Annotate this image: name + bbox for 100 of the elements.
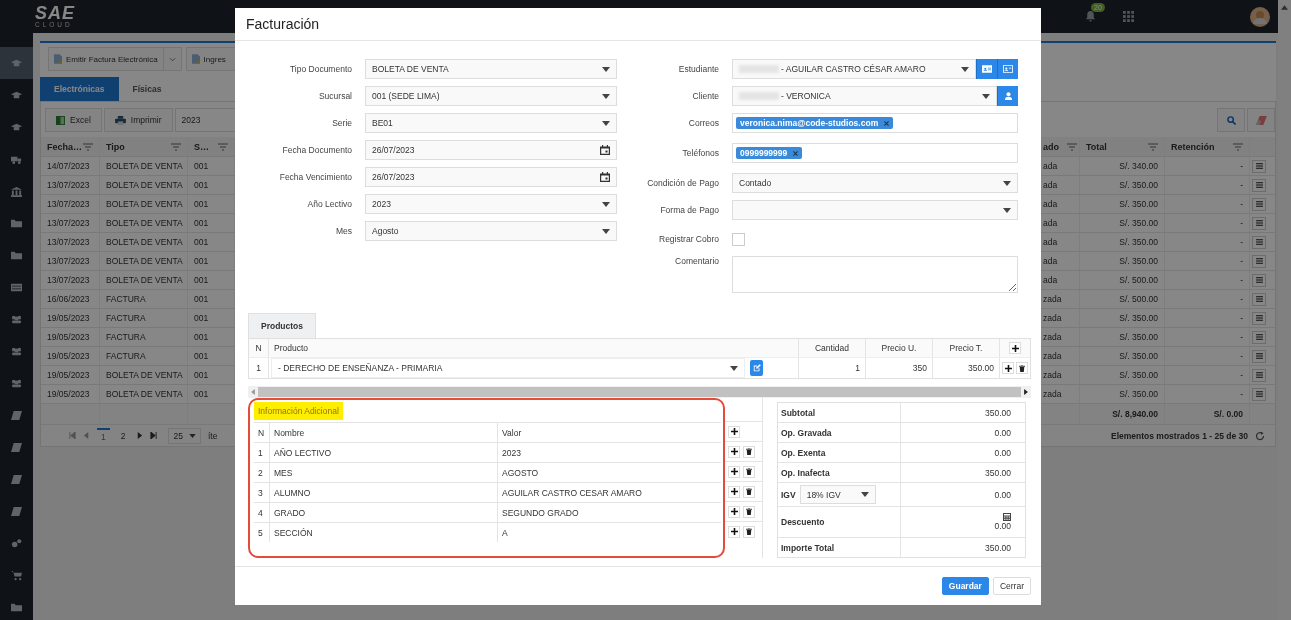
add-button[interactable]: [728, 485, 740, 498]
select-field[interactable]: BOLETA DE VENTA: [365, 59, 617, 79]
row-menu-button[interactable]: [1252, 387, 1266, 401]
emit-invoice-button[interactable]: Emitir Factura Electrónica: [48, 47, 164, 71]
add-button[interactable]: [1009, 342, 1021, 354]
row-menu-button[interactable]: [1252, 349, 1266, 363]
tax-select[interactable]: 18% IGV: [799, 485, 876, 504]
delete-button[interactable]: [743, 485, 755, 498]
delete-button[interactable]: [743, 505, 755, 518]
close-icon[interactable]: [884, 120, 890, 126]
table-cell: -: [1165, 214, 1250, 232]
delete-button[interactable]: [743, 525, 755, 538]
filter-icon[interactable]: [83, 142, 93, 151]
page-link[interactable]: 2: [116, 428, 130, 443]
row-menu-button[interactable]: [1252, 292, 1266, 306]
add-button[interactable]: [728, 525, 740, 538]
tab[interactable]: Productos: [248, 313, 317, 338]
filter-icon[interactable]: [171, 142, 181, 151]
row-menu-button[interactable]: [1252, 254, 1266, 268]
first-page-icon[interactable]: [69, 432, 76, 439]
select-field[interactable]: Agosto: [365, 221, 617, 241]
calendar-icon[interactable]: [600, 145, 610, 155]
date-field[interactable]: 26/07/2023: [365, 167, 617, 187]
next-page-icon[interactable]: [136, 432, 144, 439]
close-button[interactable]: Cerrar: [992, 577, 1031, 595]
table-cell: AÑO LECTIVO: [270, 443, 498, 462]
select-field[interactable]: [732, 200, 1018, 220]
person-button[interactable]: [997, 86, 1018, 106]
select-field[interactable]: - VERONICA: [732, 86, 997, 106]
add-button[interactable]: [728, 445, 740, 458]
horizontal-scrollbar[interactable]: [248, 386, 1031, 398]
select-field[interactable]: - AGUILAR CASTRO CÉSAR AMARO: [732, 59, 976, 79]
clear-button[interactable]: [1247, 108, 1275, 132]
row-menu-button[interactable]: [1252, 216, 1266, 230]
tag-chip[interactable]: 0999999999: [736, 147, 803, 159]
add-button[interactable]: [728, 425, 740, 438]
bell-icon[interactable]: [1084, 10, 1097, 23]
select-field[interactable]: 001 (SEDE LIMA): [365, 86, 617, 106]
select-field[interactable]: BE01: [365, 113, 617, 133]
table-cell: 14/07/2023: [41, 157, 100, 175]
table-cell: 13/07/2023: [41, 271, 100, 289]
folder-icon: [11, 249, 22, 261]
row-menu-button[interactable]: [1252, 197, 1266, 211]
excel-button[interactable]: Excel: [45, 108, 102, 132]
scroll-left-icon[interactable]: [251, 389, 255, 395]
calendar-icon[interactable]: [600, 172, 610, 182]
delete-button[interactable]: [743, 465, 755, 478]
edit-button[interactable]: [750, 360, 763, 376]
close-icon[interactable]: [793, 150, 799, 156]
filter-icon[interactable]: [1148, 142, 1158, 151]
comment-field[interactable]: [732, 256, 1018, 293]
filter-icon[interactable]: [218, 142, 228, 151]
delete-button[interactable]: [743, 445, 755, 458]
field-label: Condición de Pago: [646, 178, 720, 188]
previous-page-icon[interactable]: [83, 432, 90, 439]
tag-chip[interactable]: veronica.nima@code-studios.com: [736, 117, 894, 129]
select-field[interactable]: 2023: [365, 194, 617, 214]
apps-grid-icon[interactable]: [1123, 11, 1134, 22]
tab[interactable]: Físicas: [118, 77, 176, 101]
search-button[interactable]: [1217, 108, 1245, 132]
tags-field[interactable]: 0999999999: [732, 143, 1018, 163]
tags-field[interactable]: veronica.nima@code-studios.com: [732, 113, 1018, 133]
page-size-select[interactable]: 25: [168, 427, 201, 444]
row-menu-button[interactable]: [1252, 330, 1266, 344]
scroll-up-icon[interactable]: [1281, 5, 1288, 10]
id-card-button[interactable]: [976, 59, 997, 79]
filter-icon[interactable]: [1233, 142, 1243, 151]
scrollbar[interactable]: [1278, 0, 1291, 620]
row-menu-button[interactable]: [1252, 368, 1266, 382]
table-cell: 19/05/2023: [41, 309, 100, 327]
row-menu-button[interactable]: [1252, 235, 1266, 249]
print-button[interactable]: Imprimir: [103, 108, 173, 132]
delete-button[interactable]: [1016, 362, 1028, 374]
last-page-icon[interactable]: [150, 432, 158, 439]
column-header: Producto: [269, 339, 799, 357]
save-button[interactable]: Guardar: [941, 577, 989, 595]
refresh-icon[interactable]: [1255, 430, 1265, 441]
date-field[interactable]: 26/07/2023: [365, 140, 617, 160]
total-label: Op. Exenta: [781, 447, 826, 458]
row-menu-button[interactable]: [1252, 178, 1266, 192]
table-cell-text: AGOSTO: [501, 466, 540, 480]
checkbox[interactable]: [732, 232, 745, 246]
row-menu-button[interactable]: [1252, 273, 1266, 287]
profile-card-button[interactable]: [997, 59, 1018, 79]
table-cell: BOLETA DE VENTA: [100, 271, 188, 289]
table-cell: BOLETA DE VENTA: [100, 157, 188, 175]
calculator-icon[interactable]: [1003, 513, 1011, 521]
filter-icon[interactable]: [1067, 142, 1077, 151]
add-button[interactable]: [1002, 362, 1014, 374]
select-field[interactable]: Contado: [732, 173, 1018, 193]
add-button[interactable]: [728, 465, 740, 478]
bank-icon: [11, 185, 22, 197]
table-cell: BOLETA DE VENTA: [100, 176, 188, 194]
add-button[interactable]: [728, 505, 740, 518]
row-menu-button[interactable]: [1252, 311, 1266, 325]
row-menu-button[interactable]: [1252, 159, 1266, 173]
scroll-right-icon[interactable]: [1024, 389, 1028, 395]
product-select[interactable]: - DERECHO DE ENSEÑANZA - PRIMARIA: [271, 358, 745, 378]
sidebar-item[interactable]: [0, 47, 33, 79]
avatar[interactable]: [1250, 6, 1270, 27]
